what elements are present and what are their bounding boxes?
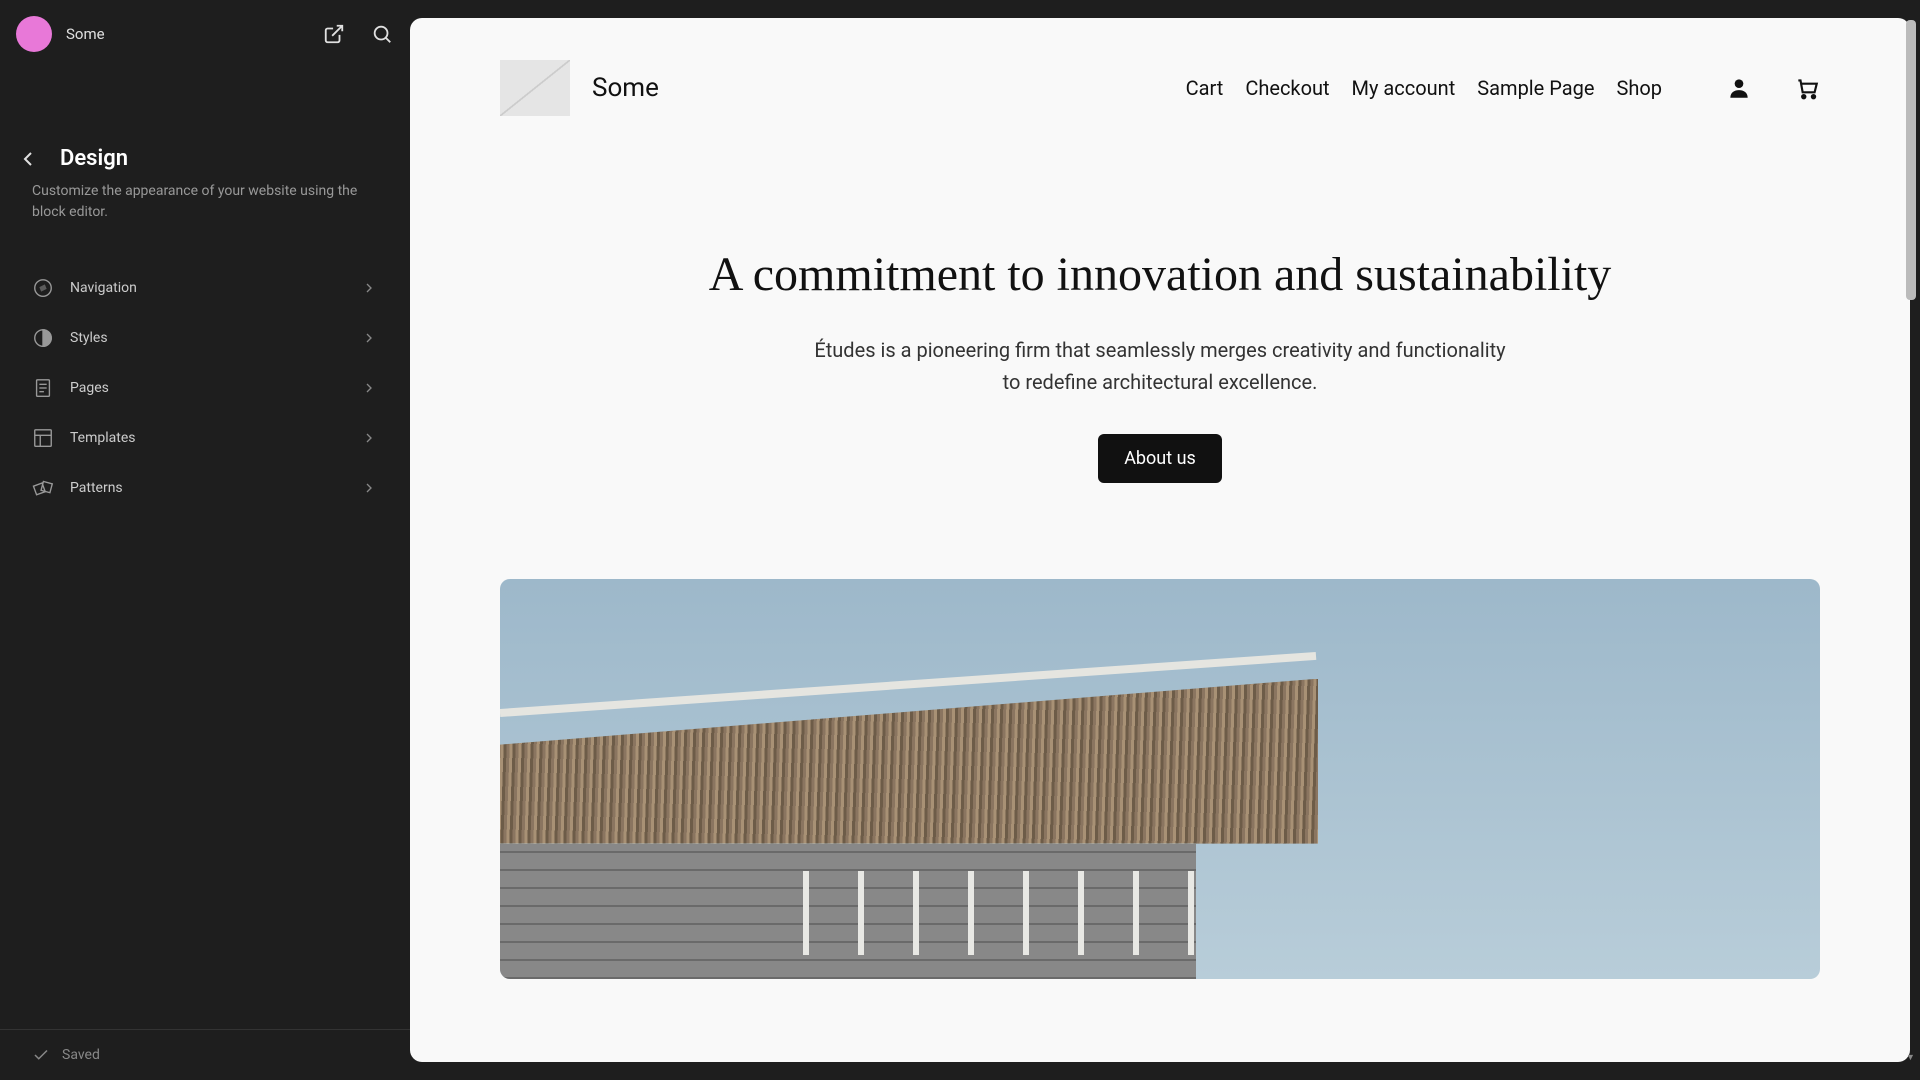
chevron-right-icon (360, 379, 378, 397)
site-nav: Cart Checkout My account Sample Page Sho… (1186, 76, 1662, 100)
panel-description: Customize the appearance of your website… (0, 181, 410, 263)
menu-item-patterns[interactable]: Patterns (16, 463, 394, 513)
external-link-icon[interactable] (322, 22, 346, 46)
hero-image (500, 579, 1820, 979)
scrollbar-thumb[interactable] (1906, 20, 1916, 300)
hero-subtitle: Études is a pioneering firm that seamles… (810, 334, 1510, 398)
site-name-label: Some (66, 25, 308, 43)
nav-link-checkout[interactable]: Checkout (1245, 76, 1329, 100)
nav-link-shop[interactable]: Shop (1616, 76, 1662, 100)
menu-item-styles[interactable]: Styles (16, 313, 394, 363)
save-status: Saved (62, 1047, 100, 1063)
site-title[interactable]: Some (592, 73, 659, 103)
site-logo-placeholder[interactable] (500, 60, 570, 116)
menu-item-templates[interactable]: Templates (16, 413, 394, 463)
hero-title: A commitment to innovation and sustainab… (500, 246, 1820, 304)
menu-list: Navigation Styles Pages Templates Patter… (0, 263, 410, 513)
cart-icon[interactable] (1794, 75, 1820, 101)
account-icon[interactable] (1726, 75, 1752, 101)
building-graphic (500, 679, 1318, 979)
preview-frame[interactable]: Some Cart Checkout My account Sample Pag… (410, 18, 1910, 1062)
menu-label: Templates (70, 430, 344, 446)
nav-link-sample[interactable]: Sample Page (1477, 76, 1594, 100)
layout-icon (32, 427, 54, 449)
back-button[interactable] (16, 147, 40, 171)
page-icon (32, 377, 54, 399)
menu-label: Navigation (70, 280, 344, 296)
scroll-down-icon[interactable]: ▼ (1906, 1052, 1914, 1060)
chevron-right-icon (360, 279, 378, 297)
chevron-right-icon (360, 479, 378, 497)
about-us-button[interactable]: About us (1098, 434, 1222, 483)
sidebar-footer: Saved (0, 1029, 410, 1080)
menu-label: Styles (70, 330, 344, 346)
sidebar: Some Design Customize the appearance of … (0, 0, 410, 1080)
menu-label: Pages (70, 380, 344, 396)
check-icon (32, 1046, 50, 1064)
header-action-icons (1726, 75, 1820, 101)
panel-title: Design (60, 146, 128, 171)
chevron-right-icon (360, 429, 378, 447)
contrast-icon (32, 327, 54, 349)
header-icons (322, 22, 394, 46)
scrollbar[interactable]: ▲ ▼ (1904, 18, 1918, 1062)
preview-area: Some Cart Checkout My account Sample Pag… (410, 0, 1920, 1080)
menu-item-pages[interactable]: Pages (16, 363, 394, 413)
nav-link-cart[interactable]: Cart (1186, 76, 1224, 100)
menu-item-navigation[interactable]: Navigation (16, 263, 394, 313)
sidebar-header: Some (0, 0, 410, 68)
nav-link-account[interactable]: My account (1352, 76, 1456, 100)
hero-section: A commitment to innovation and sustainab… (410, 136, 1910, 523)
site-header: Some Cart Checkout My account Sample Pag… (410, 18, 1910, 136)
site-avatar[interactable] (16, 16, 52, 52)
compass-icon (32, 277, 54, 299)
patterns-icon (32, 477, 54, 499)
panel-title-row: Design (0, 68, 410, 181)
search-icon[interactable] (370, 22, 394, 46)
menu-label: Patterns (70, 480, 344, 496)
chevron-right-icon (360, 329, 378, 347)
